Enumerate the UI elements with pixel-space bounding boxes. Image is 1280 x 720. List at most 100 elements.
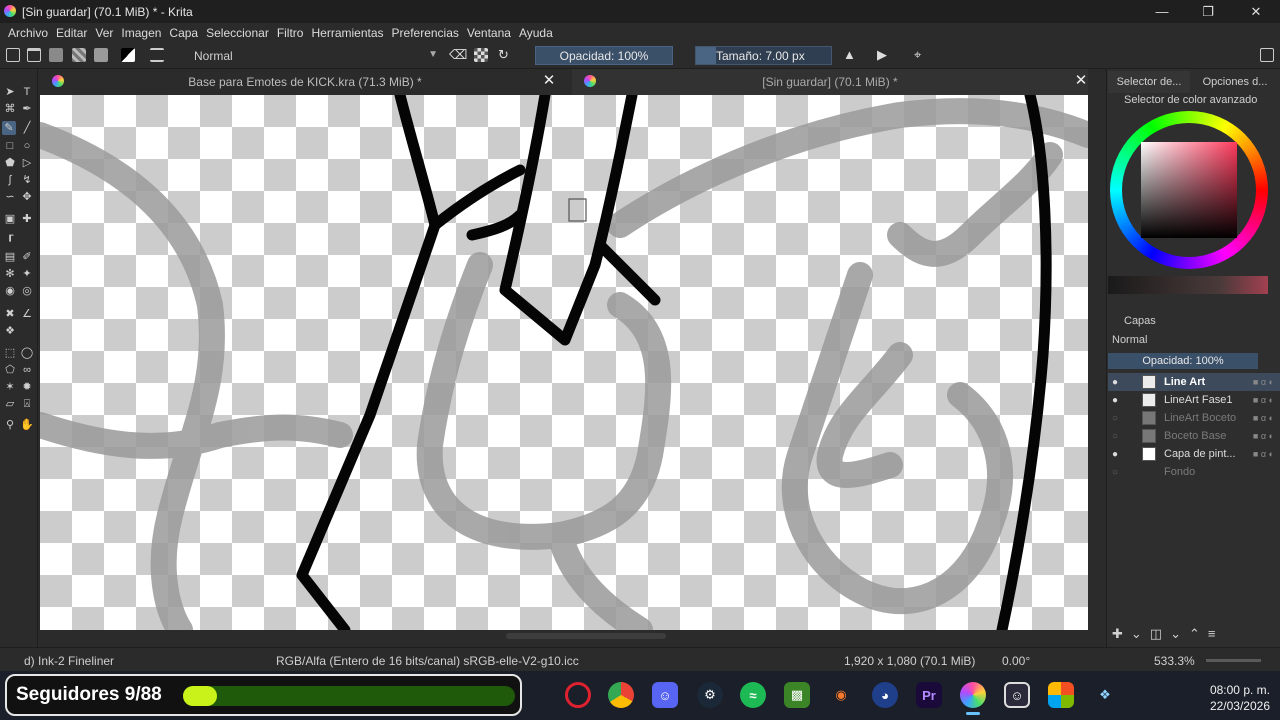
- layer-row[interactable]: ○ LineArt Boceto ■ α ◐: [1108, 409, 1280, 427]
- fg-bg-color-icon[interactable]: [121, 48, 135, 62]
- system-clock[interactable]: 08:00 p. m. 22/03/2026: [1210, 682, 1270, 714]
- tab-tool-options[interactable]: Opciones d...: [1192, 71, 1278, 93]
- visibility-eye-icon[interactable]: ●: [1112, 377, 1124, 388]
- layer-row[interactable]: ○ Fondo: [1108, 463, 1280, 481]
- brush-preset-name[interactable]: d) Ink-2 Fineliner: [24, 654, 114, 668]
- calligraphy-tool-icon[interactable]: ✒: [20, 102, 34, 116]
- visibility-eye-icon[interactable]: ●: [1112, 395, 1124, 406]
- layer-actions[interactable]: ✚⌄◫⌄⌃≡: [1112, 626, 1276, 642]
- layers-opacity-slider[interactable]: Opacidad: 100%: [1108, 353, 1258, 369]
- menu-ver[interactable]: Ver: [91, 26, 117, 40]
- open-folder-icon[interactable]: [27, 48, 41, 62]
- tab-sin-guardar[interactable]: [Sin guardar] (70.1 MiB) *: [572, 69, 1088, 95]
- layer-lock-icon[interactable]: ■ α ◐: [1253, 377, 1274, 387]
- menu-editar[interactable]: Editar: [52, 26, 91, 40]
- menu-preferencias[interactable]: Preferencias: [388, 26, 463, 40]
- tab-base-emotes[interactable]: Base para Emotes de KICK.kra (71.3 MiB) …: [40, 69, 570, 95]
- reload-preset-icon[interactable]: ↻: [498, 48, 512, 62]
- microsoft-store-icon[interactable]: [1048, 682, 1074, 708]
- ellipse-tool-icon[interactable]: ○: [20, 139, 34, 153]
- move-tool-icon[interactable]: ✚: [20, 212, 34, 226]
- visibility-eye-icon[interactable]: ○: [1112, 467, 1124, 478]
- size-slider[interactable]: Tamaño: 7.00 px: [695, 46, 832, 65]
- minecraft-icon[interactable]: ▩: [784, 682, 810, 708]
- new-document-icon[interactable]: [6, 48, 20, 62]
- freehand-select-tool-icon[interactable]: ∞: [20, 363, 34, 377]
- eraser-icon[interactable]: ⌫: [449, 48, 467, 62]
- mirror-vertical-icon[interactable]: ▶: [877, 48, 891, 62]
- discord-icon[interactable]: ☺: [652, 682, 678, 708]
- minimize-button[interactable]: —: [1139, 0, 1185, 23]
- alpha-lock-icon[interactable]: [474, 48, 488, 62]
- mirror-horizontal-icon[interactable]: ▲: [843, 48, 857, 62]
- scrollbar-thumb[interactable]: [506, 633, 666, 639]
- premiere-icon[interactable]: Pr: [916, 682, 942, 708]
- fill-tool-icon[interactable]: ◉: [3, 284, 17, 298]
- bezier-select-tool-icon[interactable]: ▱: [3, 397, 17, 411]
- toggle-dockers-icon[interactable]: [1260, 48, 1274, 62]
- visibility-eye-icon[interactable]: ○: [1112, 413, 1124, 424]
- transform-tool-icon[interactable]: ▣: [3, 212, 17, 226]
- assistant-tool-icon[interactable]: ✖: [3, 307, 17, 321]
- layer-row[interactable]: ● Line Art ■ α ◐: [1108, 373, 1280, 391]
- wrap-around-icon[interactable]: ⌖: [914, 48, 928, 62]
- contiguous-select-tool-icon[interactable]: ✶: [3, 380, 17, 394]
- krita-taskbar-icon[interactable]: [960, 682, 986, 708]
- brush-presets-icon[interactable]: [150, 48, 164, 62]
- layer-lock-icon[interactable]: ■ α ◐: [1253, 413, 1274, 423]
- dynamic-brush-tool-icon[interactable]: ∽: [3, 190, 17, 204]
- pan-tool-icon[interactable]: ✋: [20, 418, 34, 432]
- magnetic-select-tool-icon[interactable]: ⍓: [20, 397, 34, 411]
- save-icon[interactable]: [49, 48, 63, 62]
- select-shapes-tool-icon[interactable]: ➤: [3, 85, 17, 99]
- menu-herramientas[interactable]: Herramientas: [307, 26, 387, 40]
- line-tool-icon[interactable]: ╱: [20, 121, 34, 135]
- gradient-tool-icon[interactable]: ▤: [3, 250, 17, 264]
- drawing-canvas[interactable]: [40, 95, 1088, 630]
- enclose-fill-tool-icon[interactable]: ◎: [20, 284, 34, 298]
- layers-blend-select[interactable]: Normal: [1108, 331, 1254, 349]
- layer-lock-icon[interactable]: ■ α ◐: [1253, 395, 1274, 405]
- layer-row[interactable]: ○ Boceto Base ■ α ◐: [1108, 427, 1280, 445]
- visibility-eye-icon[interactable]: ○: [1112, 431, 1124, 442]
- close-window-button[interactable]: ✕: [1233, 0, 1279, 23]
- colorize-mask-tool-icon[interactable]: ✻: [3, 267, 17, 281]
- game-icon[interactable]: ☺: [1004, 682, 1030, 708]
- blend-mode-select[interactable]: Normal ▼: [172, 46, 442, 66]
- text-tool-icon[interactable]: T: [20, 85, 34, 99]
- gradient-icon[interactable]: [72, 48, 86, 62]
- menu-archivo[interactable]: Archivo: [4, 26, 52, 40]
- menu-seleccionar[interactable]: Seleccionar: [202, 26, 273, 40]
- zoom-tool-icon[interactable]: ⚲: [3, 418, 17, 432]
- similar-select-tool-icon[interactable]: ✹: [20, 380, 34, 394]
- menu-ayuda[interactable]: Ayuda: [515, 26, 557, 40]
- layer-lock-icon[interactable]: ■ α ◐: [1253, 431, 1274, 441]
- rotation-value[interactable]: 0.00°: [1002, 654, 1030, 668]
- menu-ventana[interactable]: Ventana: [463, 26, 515, 40]
- ellipse-select-tool-icon[interactable]: ◯: [20, 346, 34, 360]
- cinema4d-icon[interactable]: ◕: [872, 682, 898, 708]
- smart-patch-tool-icon[interactable]: ✦: [20, 267, 34, 281]
- multibrush-tool-icon[interactable]: ✥: [20, 190, 34, 204]
- menu-imagen[interactable]: Imagen: [117, 26, 165, 40]
- layer-row[interactable]: ● Capa de pint... ■ α ◐: [1108, 445, 1280, 463]
- rectangle-tool-icon[interactable]: □: [3, 139, 17, 153]
- opera-icon[interactable]: [565, 682, 591, 708]
- tab-color-selector[interactable]: Selector de...: [1108, 71, 1190, 93]
- blender-icon[interactable]: ◉: [828, 682, 854, 708]
- crop-tool-icon[interactable]: ┎: [3, 229, 17, 243]
- menu-filtro[interactable]: Filtro: [273, 26, 308, 40]
- chrome-icon[interactable]: [608, 682, 634, 708]
- bezier-tool-icon[interactable]: ∫: [3, 173, 17, 187]
- layer-lock-icon[interactable]: ■ α ◐: [1253, 449, 1274, 459]
- zoom-value[interactable]: 533.3%: [1154, 654, 1195, 668]
- close-tab-button[interactable]: ✕: [1072, 71, 1090, 91]
- color-saturation-square[interactable]: [1141, 142, 1237, 238]
- close-tab-button[interactable]: ✕: [540, 71, 558, 91]
- menu-capa[interactable]: Capa: [165, 26, 202, 40]
- layer-row[interactable]: ● LineArt Fase1 ■ α ◐: [1108, 391, 1280, 409]
- polyline-tool-icon[interactable]: ▷: [20, 156, 34, 170]
- measure-tool-icon[interactable]: ∠: [20, 307, 34, 321]
- snipping-icon[interactable]: ❖: [1092, 682, 1118, 708]
- horizontal-scrollbar[interactable]: [40, 630, 1088, 642]
